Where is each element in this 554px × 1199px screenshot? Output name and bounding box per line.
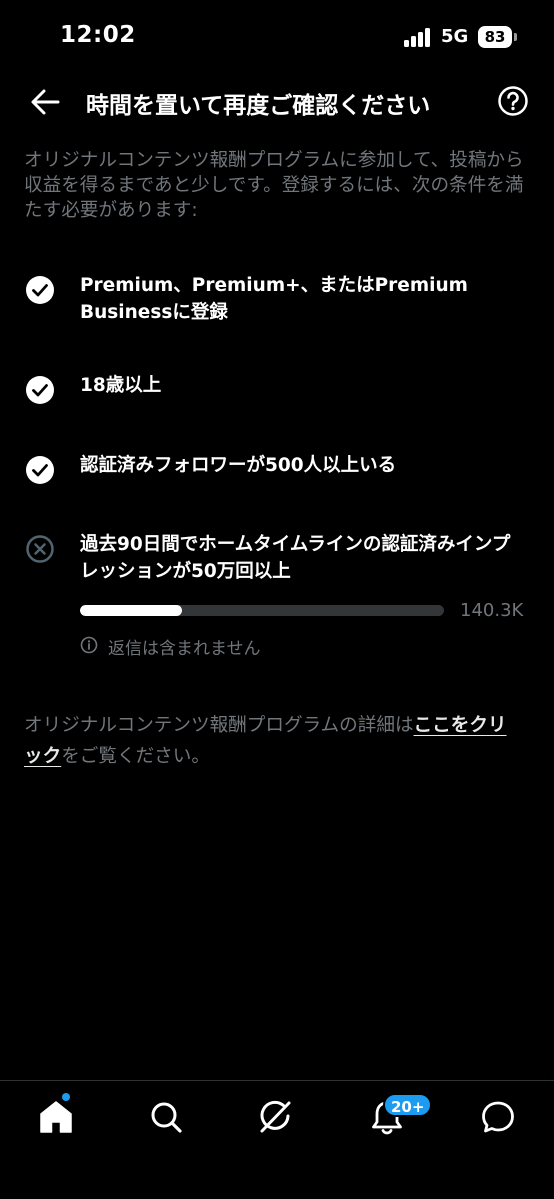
help-icon (498, 86, 528, 116)
bottom-nav (0, 1080, 554, 1199)
note-text: 返信は含まれません (108, 639, 261, 659)
header: 時間を置いて再度ご確認ください (0, 72, 554, 132)
nav-home[interactable] (36, 1097, 76, 1137)
message-icon (482, 1101, 514, 1133)
back-button[interactable] (28, 86, 62, 118)
nav-messages[interactable] (478, 1097, 518, 1137)
progress-bar (80, 605, 444, 616)
nav-search[interactable] (146, 1097, 186, 1137)
search-icon (151, 1102, 182, 1133)
check-circle-icon (26, 456, 54, 484)
network-type: 5G (441, 26, 469, 47)
arrow-left-icon (31, 89, 60, 115)
footer-prefix: オリジナルコンテンツ報酬プログラムの詳細は (24, 715, 414, 736)
x-circle-icon (26, 535, 54, 563)
nav-grok[interactable] (256, 1097, 296, 1137)
home-unread-dot (62, 1093, 70, 1101)
battery-nub (514, 33, 517, 41)
help-button[interactable] (497, 85, 529, 117)
grok-icon (260, 1100, 291, 1133)
signal-icon (404, 27, 434, 47)
status-time: 12:02 (60, 22, 136, 48)
check-circle-icon (26, 276, 54, 304)
requirement-text: 認証済みフォロワーが500人以上いる (80, 455, 397, 476)
intro-text: オリジナルコンテンツ報酬プログラムに参加して、投稿から収益を得るまであと少しです… (24, 150, 524, 221)
requirement-text: 過去90日間でホームタイムラインの認証済みインプレッションが50万回以上 (80, 534, 511, 582)
page-title: 時間を置いて再度ご確認ください (86, 93, 431, 119)
program-details-text: オリジナルコンテンツ報酬プログラムの詳細はここをクリックをご覧ください。 (24, 710, 524, 772)
check-circle-icon (26, 376, 54, 404)
info-icon (80, 636, 98, 654)
home-icon (40, 1101, 72, 1133)
progress-fill (80, 605, 183, 616)
status-bar: 12:02 5G 83 (0, 0, 554, 72)
progress-value: 140.3K (460, 600, 524, 621)
footer-suffix: をご覧ください。 (61, 746, 210, 767)
requirement-text: 18歳以上 (80, 375, 162, 396)
battery-icon: 83 (478, 26, 512, 48)
requirement-text: Premium、Premium+、またはPremium Businessに登録 (80, 275, 468, 323)
notifications-badge: 20+ (383, 1093, 433, 1117)
